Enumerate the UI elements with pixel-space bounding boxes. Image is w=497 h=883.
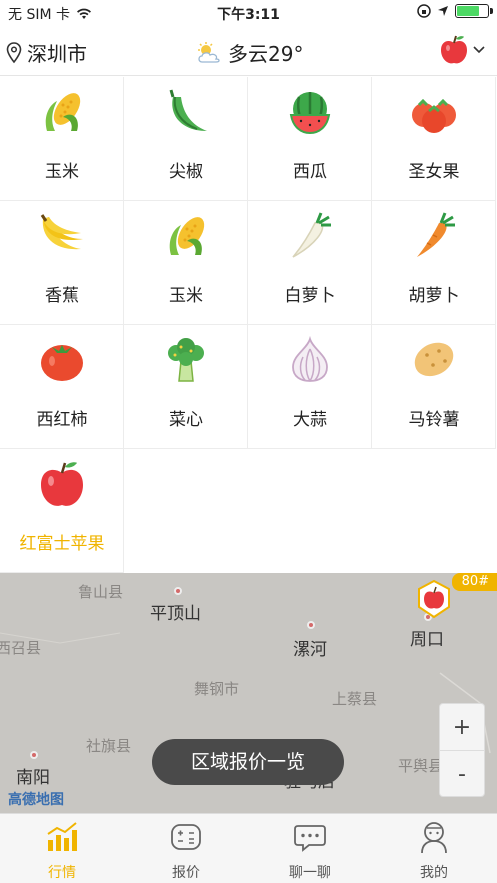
calculator-icon [171, 824, 201, 850]
map-city: 南阳 [16, 768, 50, 788]
corn-icon [169, 217, 205, 255]
map-city: 平舆县 [398, 757, 444, 775]
map-marker [307, 621, 315, 629]
tab-chat[interactable]: 聊一聊 [248, 820, 372, 882]
map-attribution: 高德地图 [8, 792, 64, 808]
map-city: 社旗县 [86, 737, 132, 755]
map-city: 周口 [410, 630, 444, 650]
rotation-lock-icon [417, 4, 431, 18]
product-label: 马铃薯 [408, 410, 460, 430]
region-quotes-button[interactable]: 区域报价一览 [152, 739, 344, 785]
product-label: 玉米 [169, 286, 203, 306]
weather-display: 多云29° [196, 38, 303, 67]
map-city: 上蔡县 [332, 690, 378, 708]
tab-label: 聊一聊 [289, 865, 331, 881]
product-label: 尖椒 [169, 162, 203, 182]
product-label: 香蕉 [45, 286, 79, 306]
product-corn-2[interactable]: 玉米 [124, 201, 248, 325]
apple-map-marker-icon[interactable] [416, 579, 452, 619]
location-arrow-icon [438, 6, 448, 16]
chevron-down-icon [473, 46, 485, 54]
tab-bar: 行情 报价 聊一聊 我的 [0, 813, 497, 883]
map-marker [174, 587, 182, 595]
product-label: 西瓜 [293, 162, 327, 182]
map-city: 西召县 [0, 639, 42, 657]
product-label: 圣女果 [408, 162, 460, 182]
product-carrot[interactable]: 胡萝卜 [372, 201, 496, 325]
zoom-in-button[interactable]: + [440, 704, 484, 751]
banana-icon [40, 214, 83, 250]
tab-label: 我的 [420, 865, 448, 881]
location-selector[interactable]: 深圳市 [6, 38, 87, 67]
product-pepper[interactable]: 尖椒 [124, 77, 248, 201]
map-view[interactable]: 鲁山县 平顶山 漯河 周口 西召县 舞钢市 上蔡县 社旗县 南阳 驻马店 平舆县… [0, 573, 497, 813]
zoom-out-button[interactable]: - [440, 751, 484, 798]
product-label: 胡萝卜 [408, 286, 460, 306]
fruit-selector[interactable] [439, 34, 485, 66]
location-pin-icon [6, 41, 22, 63]
potato-icon [414, 342, 454, 377]
product-fuji-apple[interactable]: 红富士苹果 [0, 449, 124, 573]
zoom-controls: + - [439, 703, 485, 797]
corn-icon [45, 93, 81, 131]
map-city: 舞钢市 [194, 680, 240, 698]
product-potato[interactable]: 马铃薯 [372, 325, 496, 449]
battery-icon [455, 4, 493, 18]
product-tomato[interactable]: 西红柿 [0, 325, 124, 449]
apple-icon [441, 35, 467, 64]
product-label: 红富士苹果 [19, 534, 105, 554]
header: 深圳市 多云29° [0, 26, 497, 76]
chat-icon [294, 825, 326, 852]
product-garlic[interactable]: 大蒜 [248, 325, 372, 449]
tomato-icon [41, 345, 83, 381]
tab-me[interactable]: 我的 [372, 820, 496, 882]
garlic-icon [292, 335, 328, 382]
map-city: 漯河 [293, 640, 327, 660]
map-marker [30, 751, 38, 759]
tab-label: 行情 [48, 865, 76, 881]
tab-quote[interactable]: 报价 [124, 820, 248, 882]
cherry-tomato-icon [412, 98, 456, 133]
product-label: 菜心 [169, 410, 203, 430]
product-cherry-tomato[interactable]: 圣女果 [372, 77, 496, 201]
chart-icon [47, 822, 77, 851]
map-city: 鲁山县 [78, 583, 124, 601]
price-badge[interactable]: 80# [451, 573, 497, 591]
product-broccoli[interactable]: 菜心 [124, 325, 248, 449]
tab-label: 报价 [172, 865, 200, 881]
product-label: 西红柿 [36, 410, 88, 430]
status-bar: 无 SIM 卡 下午3:11 [0, 0, 497, 26]
user-icon [421, 822, 447, 854]
carrot-icon [417, 212, 455, 257]
partly-cloudy-icon [198, 41, 220, 63]
product-watermelon[interactable]: 西瓜 [248, 77, 372, 201]
product-corn[interactable]: 玉米 [0, 77, 124, 201]
pepper-icon [169, 89, 207, 131]
product-grid: 玉米 尖椒 西瓜 圣女果 香蕉 玉米 白萝卜 胡萝卜 西红柿 菜心 大蒜 马铃薯… [0, 77, 497, 573]
product-radish[interactable]: 白萝卜 [248, 201, 372, 325]
apple-icon [41, 462, 83, 506]
product-label: 玉米 [45, 162, 79, 182]
city-name: 深圳市 [27, 42, 87, 66]
weather-text: 多云29° [228, 42, 304, 66]
product-label: 白萝卜 [284, 286, 336, 306]
product-banana[interactable]: 香蕉 [0, 201, 124, 325]
watermelon-icon [289, 92, 331, 135]
broccoli-icon [168, 338, 204, 382]
tab-market[interactable]: 行情 [0, 820, 124, 882]
map-city: 平顶山 [150, 604, 201, 624]
radish-icon [292, 212, 331, 258]
product-label: 大蒜 [293, 410, 327, 430]
